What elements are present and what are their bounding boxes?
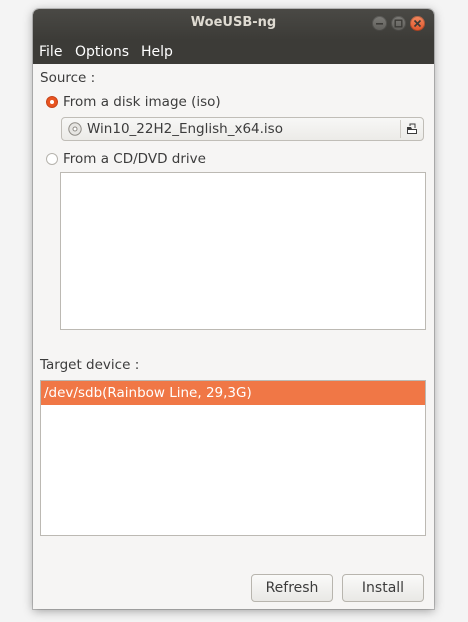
menu-file[interactable]: File (39, 44, 62, 60)
source-label: Source : (40, 70, 96, 86)
refresh-button[interactable]: Refresh (251, 574, 333, 602)
menu-options[interactable]: Options (75, 44, 129, 60)
close-icon (413, 19, 422, 28)
radio-cd-dvd[interactable] (46, 153, 58, 165)
target-device-label: Target device : (40, 357, 140, 373)
list-item[interactable]: /dev/sdb(Rainbow Line, 29,3G) (41, 381, 425, 405)
cd-dvd-drive-list[interactable] (60, 172, 426, 330)
radio-disk-image-label[interactable]: From a disk image (iso) (63, 94, 221, 110)
iso-file-chooser[interactable]: Win10_22H2_English_x64.iso (61, 117, 424, 141)
title-bar[interactable]: WoeUSB-ng (33, 9, 434, 40)
radio-cd-dvd-label[interactable]: From a CD/DVD drive (63, 151, 206, 167)
install-button[interactable]: Install (342, 574, 424, 602)
radio-disk-image[interactable] (46, 96, 58, 108)
document-open-icon[interactable] (405, 122, 419, 136)
minimize-icon (376, 23, 383, 25)
optical-disc-icon (68, 122, 82, 136)
maximize-icon (394, 19, 403, 28)
minimize-button[interactable] (372, 16, 387, 31)
app-window: WoeUSB-ng File Options Help Source : Fro… (33, 9, 434, 609)
chooser-separator (400, 120, 401, 138)
target-device-list[interactable]: /dev/sdb(Rainbow Line, 29,3G) (40, 380, 426, 536)
maximize-button[interactable] (391, 16, 406, 31)
iso-file-name: Win10_22H2_English_x64.iso (87, 121, 283, 137)
close-button[interactable] (410, 16, 425, 31)
menu-help[interactable]: Help (141, 44, 173, 60)
menu-bar: File Options Help (33, 40, 434, 64)
